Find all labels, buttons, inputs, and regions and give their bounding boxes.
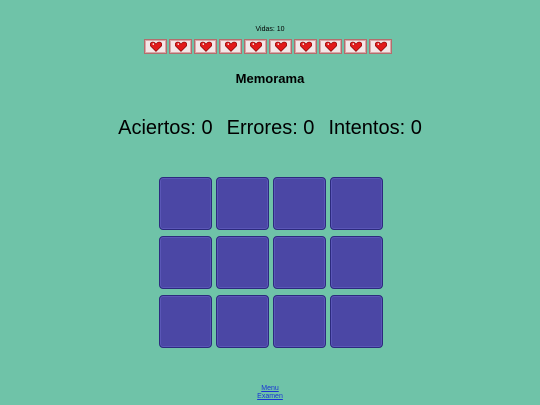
heart-icon [194, 39, 217, 54]
heart-icon [144, 39, 167, 54]
attempts-counter: Intentos: 0 [328, 117, 422, 139]
memory-card[interactable] [159, 295, 212, 348]
heart-icon [244, 39, 267, 54]
hits-counter: Aciertos: 0 [118, 117, 213, 139]
lives-hearts [144, 39, 392, 56]
memory-board [159, 177, 383, 348]
memory-card[interactable] [330, 236, 383, 289]
nav-links: Menu Examen [0, 385, 540, 401]
heart-icon [169, 39, 192, 54]
memory-card[interactable] [216, 236, 269, 289]
memory-card[interactable] [273, 177, 326, 230]
game-title: Memorama [235, 71, 305, 86]
memory-card[interactable] [330, 177, 383, 230]
memory-card[interactable] [330, 295, 383, 348]
lives-label: Vidas: 10 [255, 26, 285, 33]
heart-icon [344, 39, 367, 54]
menu-link[interactable]: Menu [0, 385, 540, 393]
memory-card[interactable] [273, 295, 326, 348]
errors-counter: Errores: 0 [226, 117, 315, 139]
memory-card[interactable] [216, 295, 269, 348]
heart-icon [219, 39, 242, 54]
scoreboard: Aciertos: 0 Errores: 0 Intentos: 0 [0, 117, 540, 140]
memory-card[interactable] [159, 236, 212, 289]
heart-icon [369, 39, 392, 54]
memory-card[interactable] [216, 177, 269, 230]
heart-icon [319, 39, 342, 54]
heart-icon [294, 39, 317, 54]
memory-card[interactable] [273, 236, 326, 289]
memory-card[interactable] [159, 177, 212, 230]
exam-link[interactable]: Examen [0, 393, 540, 401]
heart-icon [269, 39, 292, 54]
